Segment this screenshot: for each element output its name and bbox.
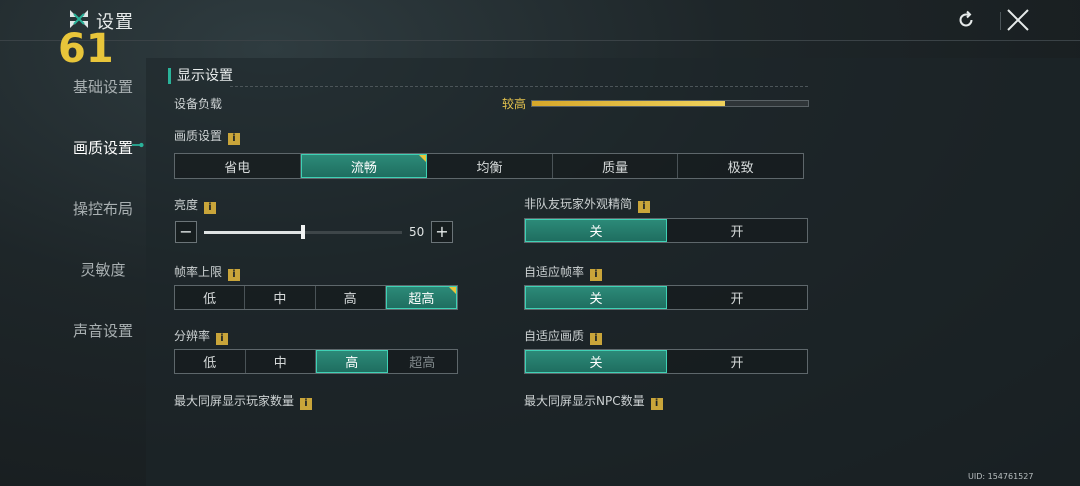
info-icon[interactable]: i — [590, 269, 603, 281]
adaptive-fps-option-0[interactable]: 关 — [525, 286, 667, 309]
resolution-option-label: 高 — [345, 356, 359, 371]
quality-option-label: 流畅 — [350, 160, 377, 176]
brightness-slider-thumb[interactable] — [301, 225, 305, 239]
adaptive-quality-label-text: 自适应画质 — [524, 329, 585, 343]
device-load-value: 较高 — [502, 97, 527, 111]
resolution-option-label: 超高 — [409, 356, 436, 371]
quality-option-4[interactable]: 极致 — [678, 154, 803, 178]
framerate-label: 帧率上限 i — [174, 263, 241, 281]
quality-option-label: 质量 — [602, 160, 629, 176]
device-load-label: 设备负载 — [174, 97, 223, 111]
quality-option-0[interactable]: 省电 — [175, 154, 301, 178]
sidebar-item-controls[interactable]: 操控布局 — [60, 198, 146, 219]
simplify-nonteam-toggle: 关开 — [524, 218, 808, 243]
reset-icon — [959, 10, 973, 27]
device-load-bar — [531, 100, 809, 107]
brightness-minus-button[interactable]: − — [175, 221, 197, 243]
max-players-label-text: 最大同屏显示玩家数量 — [174, 394, 295, 408]
quality-option-label: 均衡 — [476, 160, 503, 176]
framerate-option-3[interactable]: 超高 — [385, 286, 457, 309]
top-bar — [0, 0, 1080, 41]
brightness-slider-fill — [204, 231, 303, 234]
recommended-corner-icon — [419, 155, 427, 162]
quality-selector: 省电 流畅 均衡 质量 极致 — [174, 153, 804, 179]
simplify-nonteam-option-label: 关 — [589, 225, 603, 240]
info-icon[interactable]: i — [204, 202, 217, 214]
active-indicator-icon — [132, 142, 144, 148]
max-npc-label: 最大同屏显示NPC数量 i — [524, 392, 663, 410]
resolution-option-label: 低 — [203, 356, 217, 371]
brightness-label-text: 亮度 — [174, 198, 199, 212]
brightness-value: 50 — [409, 225, 425, 239]
adaptive-fps-label: 自适应帧率 i — [524, 263, 603, 281]
info-icon[interactable]: i — [638, 201, 651, 213]
user-id: UID: 154761527 — [968, 472, 1034, 481]
info-icon[interactable]: i — [228, 269, 241, 281]
quality-label: 画质设置 i — [174, 127, 241, 145]
quality-option-1[interactable]: 流畅 — [300, 154, 428, 178]
framerate-option-1[interactable]: 中 — [245, 286, 316, 309]
toolbar-divider — [1000, 12, 1001, 30]
resolution-option-2[interactable]: 高 — [316, 350, 388, 373]
reset-button[interactable] — [952, 6, 980, 34]
adaptive-quality-toggle: 关开 — [524, 349, 808, 374]
brightness-label: 亮度 i — [174, 196, 217, 214]
info-icon[interactable]: i — [590, 333, 603, 345]
simplify-nonteam-label: 非队友玩家外观精简 i — [524, 195, 651, 213]
info-icon[interactable]: i — [300, 398, 313, 410]
close-button[interactable] — [1004, 6, 1032, 34]
simplify-nonteam-option-0[interactable]: 关 — [525, 219, 667, 242]
simplify-nonteam-option-label: 开 — [730, 225, 744, 240]
section-title: 显示设置 — [168, 68, 233, 84]
resolution-label: 分辨率 i — [174, 327, 229, 345]
section-divider — [230, 86, 808, 87]
close-icon — [1007, 9, 1029, 31]
adaptive-quality-option-label: 关 — [589, 356, 603, 371]
sidebar-item-sound[interactable]: 声音设置 — [60, 320, 146, 341]
resolution-option-1[interactable]: 中 — [246, 350, 316, 373]
sidebar-item-sensitivity[interactable]: 灵敏度 — [60, 259, 146, 280]
adaptive-quality-option-1[interactable]: 开 — [667, 350, 807, 373]
resolution-option-0[interactable]: 低 — [175, 350, 246, 373]
framerate-option-0[interactable]: 低 — [175, 286, 246, 309]
resolution-option-3[interactable]: 超高 — [388, 350, 458, 373]
quality-option-3[interactable]: 质量 — [553, 154, 679, 178]
simplify-nonteam-label-text: 非队友玩家外观精简 — [524, 197, 633, 211]
framerate-option-2[interactable]: 高 — [316, 286, 386, 309]
adaptive-quality-option-label: 开 — [730, 356, 744, 371]
adaptive-fps-option-label: 开 — [730, 292, 744, 307]
framerate-option-label: 低 — [203, 292, 217, 307]
adaptive-fps-toggle: 关开 — [524, 285, 808, 310]
info-icon[interactable]: i — [228, 133, 241, 145]
resolution-label-text: 分辨率 — [174, 329, 211, 343]
settings-panel — [146, 58, 1080, 486]
brightness-plus-button[interactable]: + — [431, 221, 453, 243]
framerate-selector: 低 中 高 超高 — [174, 285, 458, 310]
info-icon[interactable]: i — [216, 333, 229, 345]
adaptive-quality-label: 自适应画质 i — [524, 327, 603, 345]
simplify-nonteam-option-1[interactable]: 开 — [667, 219, 807, 242]
quality-option-2[interactable]: 均衡 — [427, 154, 553, 178]
max-players-label: 最大同屏显示玩家数量 i — [174, 392, 313, 410]
adaptive-fps-option-label: 关 — [589, 292, 603, 307]
info-icon[interactable]: i — [650, 398, 663, 410]
resolution-option-label: 中 — [273, 356, 287, 371]
framerate-option-label: 高 — [343, 292, 357, 307]
adaptive-fps-option-1[interactable]: 开 — [667, 286, 807, 309]
quality-label-text: 画质设置 — [174, 129, 223, 143]
framerate-option-label: 中 — [273, 292, 287, 307]
framerate-label-text: 帧率上限 — [174, 265, 223, 279]
max-npc-label-text: 最大同屏显示NPC数量 — [524, 394, 645, 408]
quality-option-label: 省电 — [224, 160, 251, 176]
recommended-corner-icon — [449, 287, 456, 294]
adaptive-quality-option-0[interactable]: 关 — [525, 350, 667, 373]
sidebar-item-basic[interactable]: 基础设置 — [60, 76, 146, 97]
fps-counter: 61 — [58, 26, 114, 72]
quality-option-label: 极致 — [727, 160, 754, 176]
device-load-fill — [532, 101, 726, 106]
framerate-option-label: 超高 — [408, 292, 435, 307]
resolution-selector: 低 中 高 超高 — [174, 349, 458, 374]
adaptive-fps-label-text: 自适应帧率 — [524, 265, 585, 279]
